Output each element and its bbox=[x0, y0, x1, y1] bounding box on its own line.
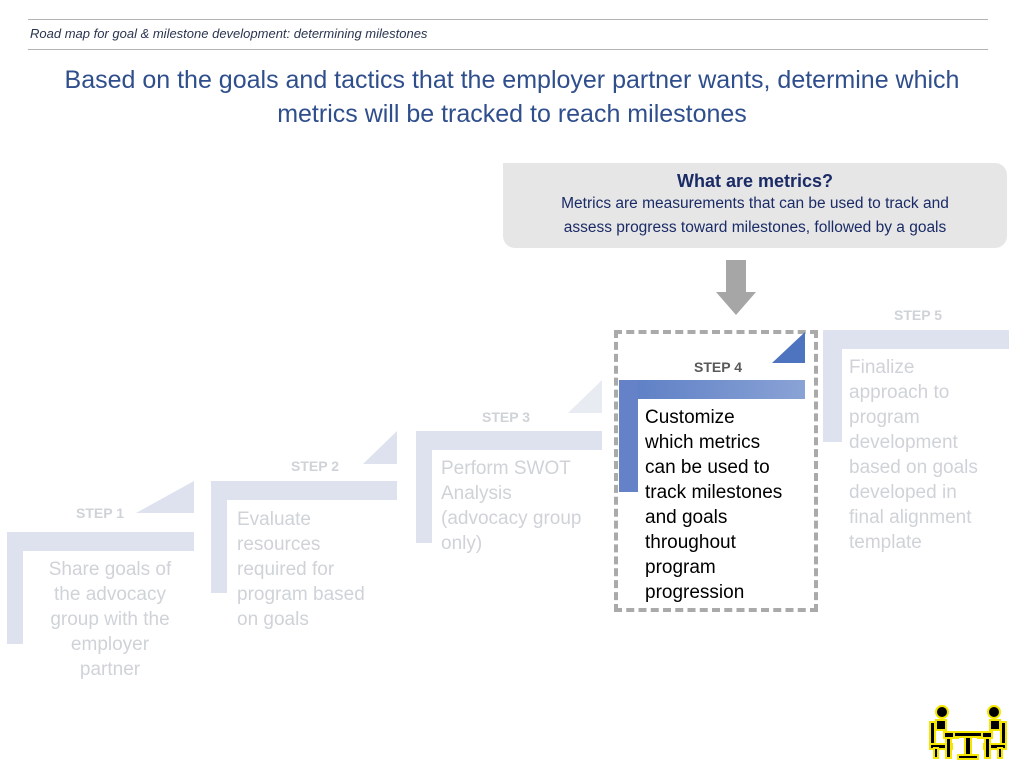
top-divider bbox=[28, 19, 988, 20]
step-3-bar-v bbox=[416, 431, 432, 543]
step-2-text: Evaluate resources required for program bas… bbox=[237, 509, 365, 630]
subtitle-divider bbox=[28, 49, 988, 50]
step-2-bar-v bbox=[211, 481, 227, 593]
callout-body-line-2: assess progress toward milestones, follo… bbox=[563, 219, 947, 236]
headline-line-1: Based on the goals and tactics that the … bbox=[64, 66, 960, 94]
step-4-bar-v bbox=[619, 380, 638, 492]
step-4-corner bbox=[772, 332, 805, 363]
step-1-bar-v bbox=[7, 532, 23, 644]
step-3-label: STEP 3 bbox=[482, 409, 530, 425]
step-1-bar-h bbox=[7, 532, 194, 551]
step-3-corner bbox=[568, 380, 602, 413]
slide-subtitle: Road map for goal & milestone developmen… bbox=[30, 26, 428, 41]
step-5-bar-h bbox=[823, 330, 1009, 349]
meeting-people-icon bbox=[929, 705, 1007, 760]
step-3-text: Perform SWOT Analysis (advocacy group only) bbox=[441, 458, 582, 554]
slide-headline: Based on the goals and tactics that the … bbox=[20, 63, 1004, 131]
step-5-label: STEP 5 bbox=[894, 307, 942, 323]
callout-body-line-1: Metrics are measurements that can be use… bbox=[561, 195, 949, 212]
metrics-callout: What are metrics? Metrics are measuremen… bbox=[503, 163, 1007, 248]
headline-line-2: metrics will be tracked to reach milesto… bbox=[277, 100, 747, 128]
step-1-label: STEP 1 bbox=[76, 505, 124, 521]
step-5-text: Finalize approach to program development bas… bbox=[849, 357, 978, 553]
step-4-label: STEP 4 bbox=[694, 359, 742, 375]
step-4-bar-h bbox=[619, 380, 805, 399]
callout-title: What are metrics? bbox=[676, 171, 834, 191]
step-2-label: STEP 2 bbox=[291, 458, 339, 474]
step-2-bar-h bbox=[211, 481, 397, 500]
step-2-corner bbox=[363, 431, 397, 464]
step-3-bar-h bbox=[416, 431, 602, 450]
down-arrow-icon bbox=[716, 260, 756, 315]
step-4-text: Customize which metrics can be used to trac… bbox=[645, 407, 783, 603]
step-5-bar-v bbox=[823, 330, 842, 442]
step-1-text: Share goals of the advocacy group with the… bbox=[48, 559, 172, 680]
